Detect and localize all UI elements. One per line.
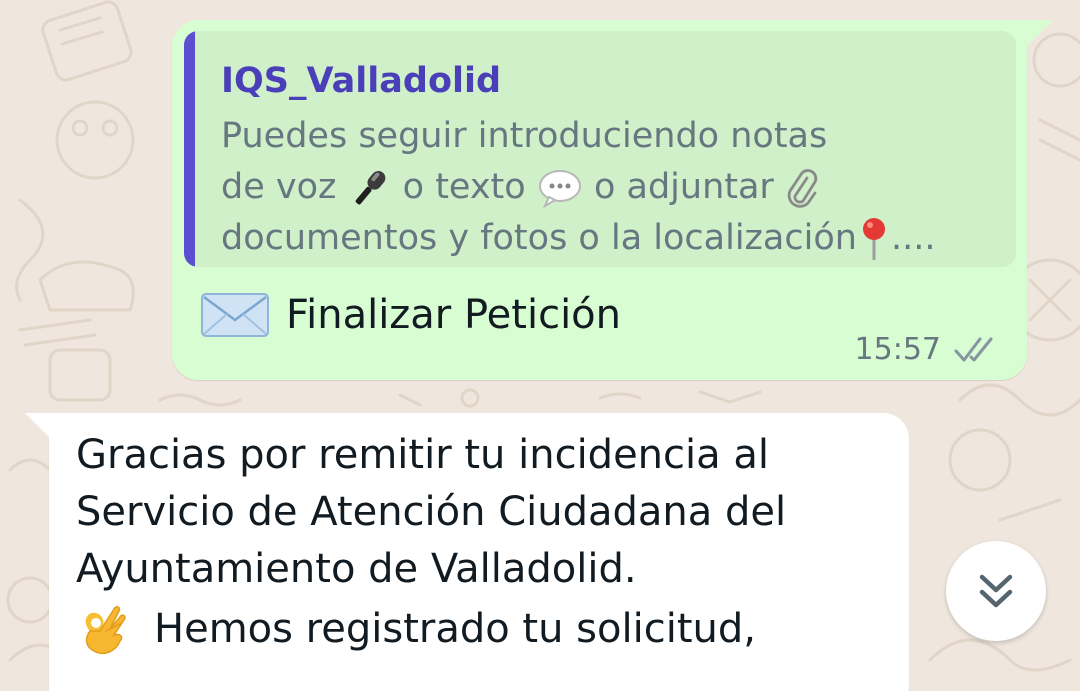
message-text: Finalizar Petición bbox=[286, 292, 621, 338]
bubble-tail bbox=[25, 413, 51, 439]
outgoing-message-bubble[interactable]: IQS_Valladolid Puedes seguir introducien… bbox=[172, 20, 1053, 380]
round-pushpin-icon bbox=[862, 218, 885, 260]
message-text: Hemos registrado tu solicitud, bbox=[154, 606, 756, 652]
double-chevron-down-icon bbox=[979, 574, 1013, 608]
ok-hand-icon bbox=[85, 606, 126, 655]
quoted-line: documentos y fotos o la localización ...… bbox=[221, 213, 1011, 264]
quoted-message[interactable]: IQS_Valladolid Puedes seguir introducien… bbox=[184, 31, 1016, 267]
incoming-message-bubble[interactable]: Gracias por remitir tu incidencia al Ser… bbox=[25, 413, 909, 691]
message-time: 15:57 bbox=[854, 332, 941, 367]
message-line: Gracias por remitir tu incidencia al bbox=[76, 432, 769, 478]
quoted-line: Puedes seguir introduciendo notas bbox=[221, 116, 828, 156]
envelope-icon bbox=[201, 293, 269, 337]
paperclip-icon bbox=[787, 169, 818, 208]
quoted-message-text: Puedes seguir introduciendo notas de voz… bbox=[221, 111, 1011, 264]
quoted-message-author: IQS_Valladolid bbox=[221, 61, 502, 101]
bubble-tail bbox=[1025, 20, 1053, 48]
message-line: Servicio de Atención Ciudadana del bbox=[76, 489, 787, 535]
incoming-message-text: Gracias por remitir tu incidencia al Ser… bbox=[76, 427, 786, 598]
quote-accent-bar bbox=[184, 31, 195, 267]
message-text-row: Finalizar Petición bbox=[200, 290, 621, 340]
double-check-icon bbox=[954, 337, 993, 361]
quoted-line: de voz o texto o adjuntar bbox=[221, 162, 1011, 213]
scroll-to-bottom-button[interactable] bbox=[946, 541, 1046, 641]
message-line-with-emoji: Hemos registrado tu solicitud, bbox=[76, 601, 756, 657]
speech-balloon-icon bbox=[538, 170, 581, 208]
microphone-icon bbox=[355, 171, 385, 205]
message-line: Ayuntamiento de Valladolid. bbox=[76, 546, 637, 592]
message-meta: 15:57 bbox=[855, 332, 999, 367]
